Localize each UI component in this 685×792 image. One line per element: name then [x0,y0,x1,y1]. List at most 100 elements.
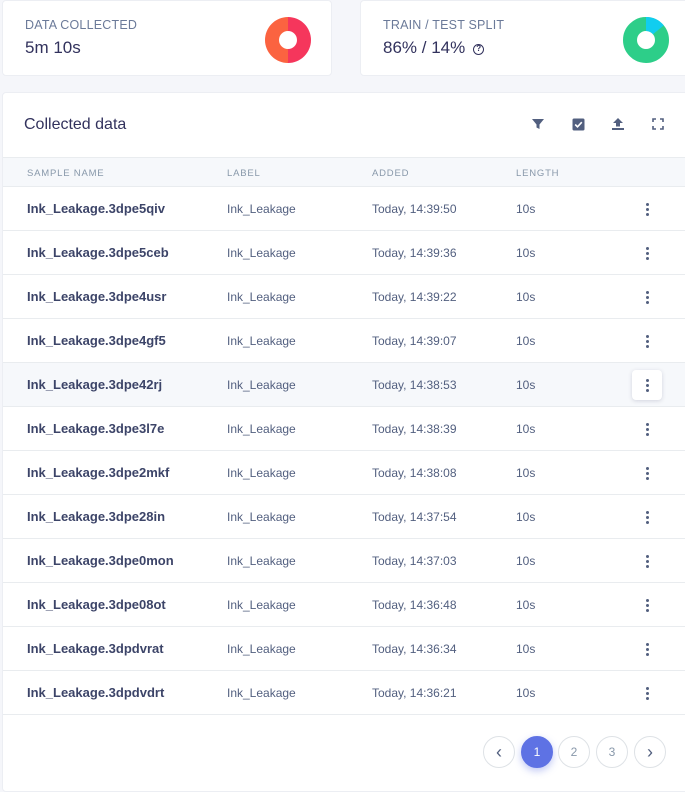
sample-label: Ink_Leakage [227,686,296,700]
table-row[interactable]: Ink_Leakage.3dpe28in Ink_Leakage Today, 14… [3,495,685,539]
filter-icon [532,119,544,129]
sample-label: Ink_Leakage [227,378,296,392]
data-collected-card: DATA COLLECTED 5m 10s [2,0,332,76]
collected-data-title: Collected data [24,116,127,133]
donut-right-segment [288,17,311,63]
row-menu-button[interactable] [632,458,662,488]
filter-button[interactable] [529,115,547,133]
kebab-dot [645,344,649,348]
sample-label: Ink_Leakage [227,510,296,524]
sample-name[interactable]: Ink_Leakage.3dpe5ceb [27,245,169,260]
kebab-dot [645,256,649,260]
kebab-dot [645,212,649,216]
row-menu-button[interactable] [632,502,662,532]
select-button[interactable] [569,115,587,133]
kebab-dot [645,564,649,568]
sample-name[interactable]: Ink_Leakage.3dpe2mkf [27,465,169,480]
kebab-dot [645,300,649,304]
row-menu-button[interactable] [632,282,662,312]
table-row[interactable]: Ink_Leakage.3dpe0mon Ink_Leakage Today, 14… [3,539,685,583]
column-label[interactable]: LABEL [227,168,261,179]
kebab-dot [645,427,649,431]
table-row[interactable]: Ink_Leakage.3dpe4usr Ink_Leakage Today, 14… [3,275,685,319]
kebab-dot [645,647,649,651]
sample-length: 10s [516,290,536,304]
kebab-dot [645,598,649,602]
sample-label: Ink_Leakage [227,422,296,436]
kebab-dot [645,251,649,255]
sample-name[interactable]: Ink_Leakage.3dpe4usr [27,289,166,304]
table-row[interactable]: Ink_Leakage.3dpe3l7e Ink_Leakage Today, 14… [3,407,685,451]
table-row[interactable]: Ink_Leakage.3dpdvdrt Ink_Leakage Today, 14… [3,671,685,715]
sample-name[interactable]: Ink_Leakage.3dpe5qiv [27,201,165,216]
sample-added: Today, 14:36:34 [372,642,457,656]
page-2-button[interactable]: 2 [558,736,590,768]
sample-name[interactable]: Ink_Leakage.3dpdvrat [27,641,164,656]
sample-added: Today, 14:36:21 [372,686,457,700]
sample-name[interactable]: Ink_Leakage.3dpe28in [27,509,165,524]
kebab-dot [645,554,649,558]
sample-added: Today, 14:37:03 [372,554,457,568]
table-row[interactable]: Ink_Leakage.3dpe5qiv Ink_Leakage Today, 14… [3,187,685,231]
table-row[interactable]: Ink_Leakage.3dpe2mkf Ink_Leakage Today, 14… [3,451,685,495]
row-menu-button[interactable] [632,370,662,400]
sample-name[interactable]: Ink_Leakage.3dpdvdrt [27,685,164,700]
row-menu-button[interactable] [632,238,662,268]
sample-added: Today, 14:39:22 [372,290,457,304]
split-donut [623,17,669,63]
sample-name[interactable]: Ink_Leakage.3dpe0mon [27,553,174,568]
kebab-dot [645,383,649,387]
upload-button[interactable] [609,115,627,133]
kebab-dot [645,652,649,656]
kebab-dot [645,246,649,250]
row-menu-button[interactable] [632,634,662,664]
sample-name[interactable]: Ink_Leakage.3dpe08ot [27,597,166,612]
help-icon[interactable]: ? [473,44,485,55]
prev-page-button[interactable]: ‹ [483,736,515,768]
column-length[interactable]: LENGTH [516,168,559,179]
table-row[interactable]: Ink_Leakage.3dpdvrat Ink_Leakage Today, 14… [3,627,685,671]
sample-added: Today, 14:39:36 [372,246,457,260]
train-test-split-value-wrap: 86% / 14%? [383,38,485,58]
row-menu-button[interactable] [632,678,662,708]
select-icon [572,118,584,130]
train-test-split-card: TRAIN / TEST SPLIT 86% / 14%? [360,0,685,76]
kebab-dot [645,207,649,211]
column-added[interactable]: ADDED [372,168,409,179]
sample-name[interactable]: Ink_Leakage.3dpe42rj [27,377,162,392]
row-menu-button[interactable] [632,194,662,224]
fullscreen-button[interactable] [649,115,667,133]
table-row[interactable]: Ink_Leakage.3dpe08ot Ink_Leakage Today, 14… [3,583,685,627]
kebab-dot [645,510,649,514]
sample-label: Ink_Leakage [227,466,296,480]
row-menu-button[interactable] [632,326,662,356]
page-3-button[interactable]: 3 [596,736,628,768]
next-page-button[interactable]: › [634,736,666,768]
sample-added: Today, 14:38:39 [372,422,457,436]
table-header: SAMPLE NAME LABEL ADDED LENGTH [3,157,685,187]
sample-length: 10s [516,554,536,568]
page-1-button[interactable]: 1 [521,736,553,768]
column-sample-name[interactable]: SAMPLE NAME [27,168,104,179]
table-row[interactable]: Ink_Leakage.3dpe4gf5 Ink_Leakage Today, 14… [3,319,685,363]
kebab-dot [645,334,649,338]
table-row[interactable]: Ink_Leakage.3dpe42rj Ink_Leakage Today, 14… [3,363,685,407]
data-collected-donut [265,17,311,63]
fullscreen-icon [652,118,664,130]
kebab-dot [645,515,649,519]
sample-label: Ink_Leakage [227,554,296,568]
row-menu-button[interactable] [632,414,662,444]
train-test-split-label: TRAIN / TEST SPLIT [383,18,505,32]
sample-added: Today, 14:39:07 [372,334,457,348]
donut-left-segment [265,17,288,63]
sample-length: 10s [516,246,536,260]
sample-name[interactable]: Ink_Leakage.3dpe3l7e [27,421,164,436]
kebab-dot [645,388,649,392]
data-collected-label: DATA COLLECTED [25,18,138,32]
row-menu-button[interactable] [632,546,662,576]
kebab-dot [645,642,649,646]
sample-name[interactable]: Ink_Leakage.3dpe4gf5 [27,333,166,348]
row-menu-button[interactable] [632,590,662,620]
sample-length: 10s [516,378,536,392]
table-row[interactable]: Ink_Leakage.3dpe5ceb Ink_Leakage Today, 14… [3,231,685,275]
